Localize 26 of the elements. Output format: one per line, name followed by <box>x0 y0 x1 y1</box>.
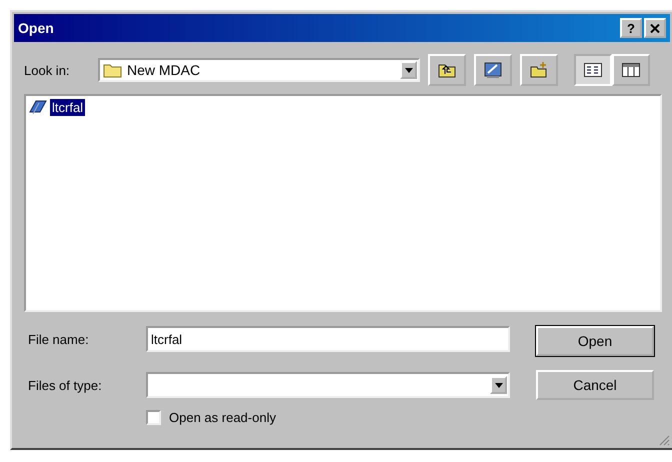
new-folder-button[interactable] <box>520 54 558 86</box>
document-icon <box>28 98 48 116</box>
help-button[interactable]: ? <box>620 18 642 38</box>
read-only-label: Open as read-only <box>169 410 276 425</box>
close-icon <box>650 24 660 32</box>
new-folder-icon <box>529 61 549 79</box>
list-view-icon <box>584 63 602 77</box>
file-name-label: File name: <box>28 332 90 346</box>
cancel-button[interactable]: Cancel <box>536 370 654 400</box>
window-title: Open <box>18 20 54 36</box>
close-button[interactable] <box>644 18 666 38</box>
look-in-dropdown[interactable]: New MDAC <box>98 58 420 82</box>
file-name-field[interactable]: ltcrfal <box>146 326 510 352</box>
details-view-icon <box>622 63 640 77</box>
open-button[interactable]: Open <box>536 326 654 356</box>
look-in-label: Look in: <box>24 62 71 78</box>
resize-grip-icon <box>658 434 670 446</box>
read-only-checkbox[interactable] <box>146 410 161 425</box>
list-view-button[interactable] <box>574 54 612 86</box>
folder-icon <box>103 62 123 78</box>
file-type-dropdown[interactable] <box>146 372 510 398</box>
details-view-button[interactable] <box>612 54 650 86</box>
file-type-label: Files of type: <box>28 378 103 392</box>
desktop-button[interactable] <box>474 54 512 86</box>
up-folder-button[interactable] <box>428 54 466 86</box>
desktop-icon <box>483 61 503 79</box>
